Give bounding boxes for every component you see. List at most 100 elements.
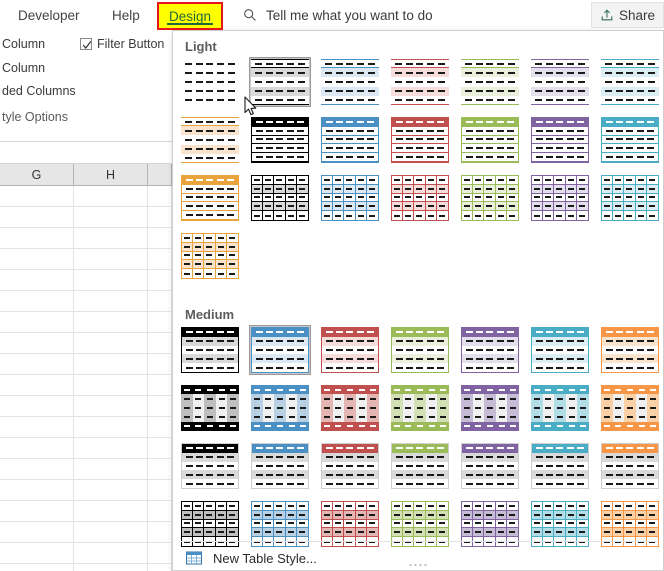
table-style-medium-8[interactable] xyxy=(179,383,241,433)
worksheet-cell[interactable] xyxy=(74,396,148,417)
table-style-medium-4[interactable] xyxy=(389,325,451,375)
table-style-light-10[interactable] xyxy=(319,115,381,165)
worksheet-cell[interactable] xyxy=(74,375,148,396)
worksheet-cell[interactable] xyxy=(148,354,172,375)
table-style-light-5[interactable] xyxy=(459,57,521,107)
worksheet-cell[interactable] xyxy=(0,375,74,396)
table-style-medium-19[interactable] xyxy=(459,441,521,491)
worksheet-cell[interactable] xyxy=(148,186,172,207)
table-style-medium-1[interactable] xyxy=(179,325,241,375)
tab-developer[interactable]: Developer xyxy=(10,0,88,30)
worksheet-row[interactable] xyxy=(0,564,172,571)
worksheet-cell[interactable] xyxy=(0,312,74,333)
worksheet-row[interactable] xyxy=(0,522,172,543)
worksheet-cell[interactable] xyxy=(0,417,74,438)
worksheet-cell[interactable] xyxy=(148,228,172,249)
worksheet-cell[interactable] xyxy=(0,354,74,375)
worksheet-cell[interactable] xyxy=(0,501,74,522)
table-style-medium-5[interactable] xyxy=(459,325,521,375)
worksheet-cell[interactable] xyxy=(148,501,172,522)
table-style-medium-17[interactable] xyxy=(319,441,381,491)
share-button[interactable]: Share xyxy=(590,2,664,28)
tab-help[interactable]: Help xyxy=(104,0,148,30)
worksheet-row[interactable] xyxy=(0,354,172,375)
column-header-h[interactable]: H xyxy=(74,164,148,186)
worksheet-cell[interactable] xyxy=(148,312,172,333)
worksheet-cell[interactable] xyxy=(74,291,148,312)
formula-bar-strip[interactable] xyxy=(0,142,172,164)
worksheet-row[interactable] xyxy=(0,480,172,501)
table-style-medium-11[interactable] xyxy=(389,383,451,433)
worksheet-cell[interactable] xyxy=(0,480,74,501)
worksheet-row[interactable] xyxy=(0,396,172,417)
table-style-medium-12[interactable] xyxy=(459,383,521,433)
table-style-light-1[interactable] xyxy=(179,57,241,107)
worksheet-cell[interactable] xyxy=(148,480,172,501)
worksheet-cell[interactable] xyxy=(148,543,172,564)
worksheet-cell[interactable] xyxy=(0,207,74,228)
worksheet-cell[interactable] xyxy=(74,480,148,501)
table-style-medium-9[interactable] xyxy=(249,383,311,433)
table-style-light-8[interactable] xyxy=(179,115,241,165)
table-style-light-21[interactable] xyxy=(599,173,661,223)
worksheet-row[interactable] xyxy=(0,228,172,249)
worksheet-cell[interactable] xyxy=(148,291,172,312)
table-style-medium-18[interactable] xyxy=(389,441,451,491)
worksheet-row[interactable] xyxy=(0,249,172,270)
table-style-medium-13[interactable] xyxy=(529,383,591,433)
worksheet-cell[interactable] xyxy=(0,333,74,354)
worksheet-grid[interactable]: G H xyxy=(0,164,172,571)
worksheet-cell[interactable] xyxy=(74,501,148,522)
filter-button-checkbox-row[interactable]: Filter Button xyxy=(80,37,164,51)
worksheet-cell[interactable] xyxy=(0,249,74,270)
table-style-light-13[interactable] xyxy=(529,115,591,165)
worksheet-cell[interactable] xyxy=(148,249,172,270)
table-style-medium-21[interactable] xyxy=(599,441,661,491)
table-style-medium-6[interactable] xyxy=(529,325,591,375)
table-style-light-3[interactable] xyxy=(319,57,381,107)
worksheet-row[interactable] xyxy=(0,375,172,396)
table-style-light-14[interactable] xyxy=(599,115,661,165)
worksheet-row[interactable] xyxy=(0,333,172,354)
worksheet-cell[interactable] xyxy=(74,459,148,480)
worksheet-cell[interactable] xyxy=(0,228,74,249)
table-style-light-4[interactable] xyxy=(389,57,451,107)
worksheet-cell[interactable] xyxy=(0,291,74,312)
worksheet-cell[interactable] xyxy=(74,228,148,249)
worksheet-cell[interactable] xyxy=(74,564,148,571)
worksheet-cell[interactable] xyxy=(74,186,148,207)
worksheet-cell[interactable] xyxy=(74,207,148,228)
table-style-light-7[interactable] xyxy=(599,57,661,107)
table-style-light-9[interactable] xyxy=(249,115,311,165)
worksheet-cell[interactable] xyxy=(148,438,172,459)
worksheet-cell[interactable] xyxy=(0,564,74,571)
table-style-light-15[interactable] xyxy=(179,173,241,223)
worksheet-cell[interactable] xyxy=(148,333,172,354)
worksheet-cell[interactable] xyxy=(148,375,172,396)
table-style-light-22[interactable] xyxy=(179,231,241,281)
worksheet-cell[interactable] xyxy=(74,522,148,543)
worksheet-row[interactable] xyxy=(0,501,172,522)
worksheet-cell[interactable] xyxy=(74,333,148,354)
table-style-medium-16[interactable] xyxy=(249,441,311,491)
worksheet-cell[interactable] xyxy=(0,522,74,543)
worksheet-cell[interactable] xyxy=(0,543,74,564)
tell-me-search[interactable]: Tell me what you want to do xyxy=(243,0,433,30)
worksheet-cell[interactable] xyxy=(148,459,172,480)
worksheet-row[interactable] xyxy=(0,312,172,333)
worksheet-cell[interactable] xyxy=(74,354,148,375)
worksheet-cell[interactable] xyxy=(74,438,148,459)
table-style-light-11[interactable] xyxy=(389,115,451,165)
worksheet-cell[interactable] xyxy=(148,417,172,438)
worksheet-cell[interactable] xyxy=(148,396,172,417)
worksheet-cell[interactable] xyxy=(0,459,74,480)
table-style-medium-10[interactable] xyxy=(319,383,381,433)
worksheet-cell[interactable] xyxy=(74,249,148,270)
worksheet-row[interactable] xyxy=(0,438,172,459)
table-style-medium-14[interactable] xyxy=(599,383,661,433)
table-style-light-20[interactable] xyxy=(529,173,591,223)
resize-grip[interactable] xyxy=(409,564,427,566)
table-style-light-16[interactable] xyxy=(249,173,311,223)
worksheet-cell[interactable] xyxy=(148,564,172,571)
table-style-light-12[interactable] xyxy=(459,115,521,165)
